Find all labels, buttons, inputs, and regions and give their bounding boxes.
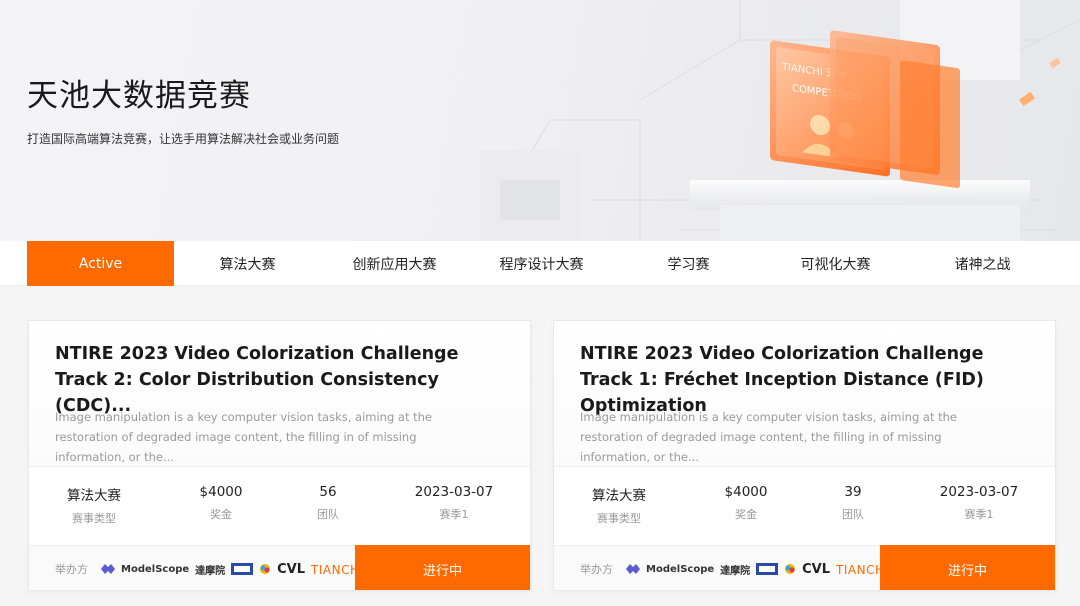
status-button[interactable]: 进行中 (880, 545, 1055, 590)
modelscope-logo: ModelScope (646, 563, 715, 575)
page-title: 天池大数据竞赛 (27, 78, 251, 114)
tab-programming[interactable]: 程序设计大赛 (468, 241, 615, 286)
card-footer: 举办方 ModelScope 達摩院 CVL TIANCHI 天池 进行中 (554, 545, 1055, 590)
modelscope-logo: ModelScope (121, 563, 190, 575)
colorful-logo-icon (259, 560, 271, 579)
stat-prize: $4000 奖金 (199, 484, 243, 521)
colorful-logo-icon (784, 560, 796, 579)
status-button[interactable]: 进行中 (355, 545, 530, 590)
stat-type: 算法大赛 赛事类型 (592, 488, 646, 525)
university-logo-icon (756, 560, 779, 579)
cvl-logo: CVL (277, 561, 306, 577)
stat-teams: 39 团队 (842, 484, 864, 521)
competition-card[interactable]: NTIRE 2023 Video Colorization Challenge … (28, 320, 531, 591)
cvl-logo: CVL (802, 561, 831, 577)
stat-type: 算法大赛 赛事类型 (67, 488, 121, 525)
organizer-logos: ModelScope 達摩院 CVL TIANCHI 天池 (101, 556, 393, 582)
tab-battle-of-gods[interactable]: 诸神之战 (909, 241, 1056, 286)
competition-card[interactable]: NTIRE 2023 Video Colorization Challenge … (553, 320, 1056, 591)
card-footer: 举办方 ModelScope 達摩院 CVL TIANCHI 天池 进行中 (29, 545, 530, 590)
category-tabs: Active 算法大赛 创新应用大赛 程序设计大赛 学习赛 可视化大赛 诸神之战 (0, 241, 1080, 286)
organizer-label: 举办方 (580, 563, 613, 576)
card-description: Image manipulation is a key computer vis… (580, 410, 958, 464)
organizer-label: 举办方 (55, 563, 88, 576)
stat-prize: $4000 奖金 (724, 484, 768, 521)
stat-date: 2023-03-07 赛季1 (414, 484, 494, 521)
modelscope-logo-icon (101, 560, 115, 579)
modelscope-logo-icon (626, 560, 640, 579)
card-description: Image manipulation is a key computer vis… (55, 410, 433, 464)
hero-banner: 天池大数据竞赛 打造国际高端算法竞赛，让选手用算法解决社会或业务问题 TIANC… (0, 0, 1080, 241)
organizer-logos: ModelScope 達摩院 CVL TIANCHI 天池 (626, 556, 918, 582)
stat-date: 2023-03-07 赛季1 (939, 484, 1019, 521)
tab-algorithm[interactable]: 算法大赛 (174, 241, 321, 286)
tab-active[interactable]: Active (27, 241, 174, 286)
tab-visualization[interactable]: 可视化大赛 (762, 241, 909, 286)
hero-illustration: TIANCHI 天池 COMPETITION (479, 0, 1080, 241)
tab-learning[interactable]: 学习赛 (615, 241, 762, 286)
damo-logo: 達摩院 (720, 565, 751, 577)
stat-teams: 56 团队 (317, 484, 339, 521)
university-logo-icon (231, 560, 254, 579)
damo-logo: 達摩院 (195, 565, 226, 577)
page-subtitle: 打造国际高端算法竞赛，让选手用算法解决社会或业务问题 (27, 132, 340, 146)
tab-innovation-app[interactable]: 创新应用大赛 (321, 241, 468, 286)
